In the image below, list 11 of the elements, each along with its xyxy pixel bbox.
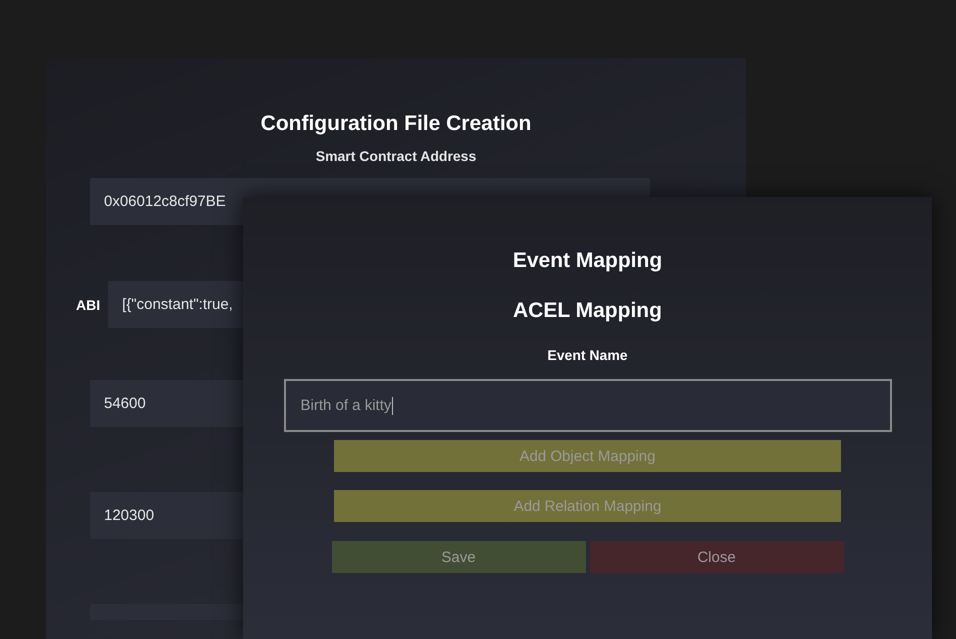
- close-button[interactable]: Close: [590, 541, 844, 573]
- field-label: ABI: [76, 296, 100, 312]
- save-button[interactable]: Save: [332, 541, 586, 573]
- dialog-title: Event Mapping: [512, 249, 662, 273]
- field-label: Smart Contract Address: [316, 148, 476, 164]
- section-title: ACEL Mapping: [513, 299, 662, 323]
- input-field[interactable]: Birth of a kitty: [284, 379, 892, 432]
- add-mapping-button[interactable]: Add Object Mapping: [334, 440, 841, 472]
- window-title: Configuration File Creation: [260, 112, 532, 136]
- field-label: Event Name: [547, 347, 628, 363]
- add-mapping-button[interactable]: Add Relation Mapping: [334, 490, 841, 522]
